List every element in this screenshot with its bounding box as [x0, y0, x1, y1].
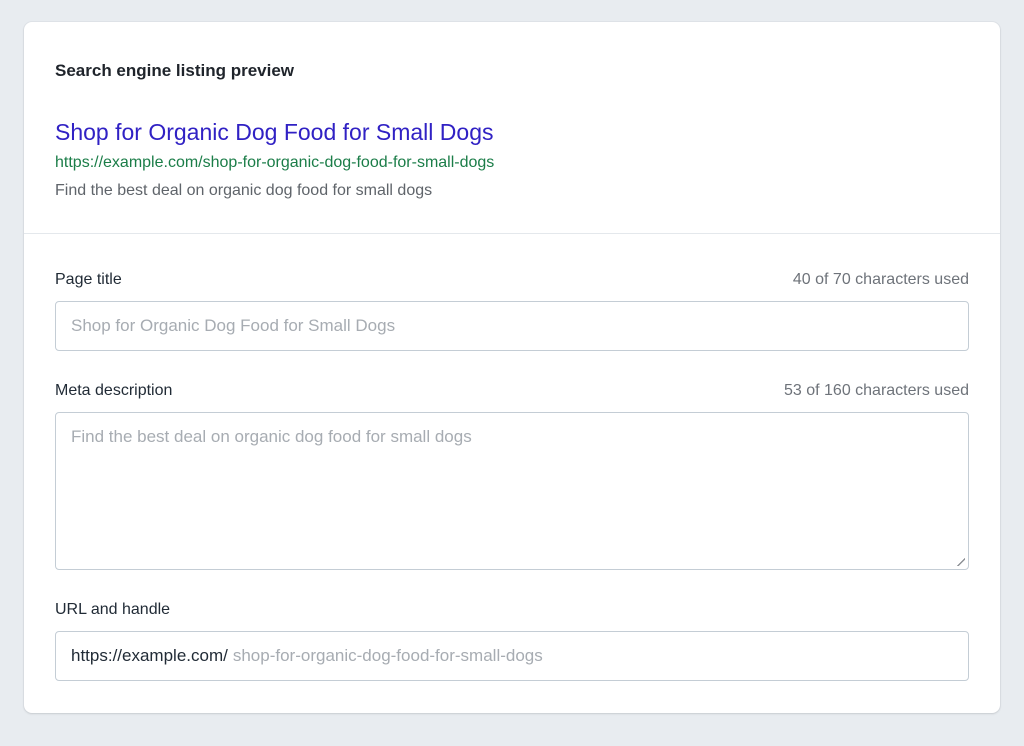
- url-handle-label-row: URL and handle: [55, 600, 969, 620]
- url-prefix: https://example.com/: [71, 646, 228, 666]
- meta-description-label-row: Meta description 53 of 160 characters us…: [55, 381, 969, 401]
- page-title-label: Page title: [55, 270, 122, 290]
- page-title-field-group: Page title 40 of 70 characters used: [55, 270, 969, 351]
- page-title-label-row: Page title 40 of 70 characters used: [55, 270, 969, 290]
- meta-description-textarea-wrap: [55, 412, 969, 570]
- url-handle-field-group: URL and handle https://example.com/: [55, 600, 969, 681]
- page-title-char-counter: 40 of 70 characters used: [793, 270, 969, 290]
- meta-description-label: Meta description: [55, 381, 172, 401]
- url-handle-input-group[interactable]: https://example.com/: [55, 631, 969, 681]
- seo-edit-form: Page title 40 of 70 characters used Meta…: [24, 234, 1000, 713]
- serp-preview-description: Find the best deal on organic dog food f…: [55, 181, 969, 201]
- card-heading: Search engine listing preview: [55, 60, 969, 81]
- meta-description-field-group: Meta description 53 of 160 characters us…: [55, 381, 969, 570]
- serp-preview-section: Search engine listing preview Shop for O…: [24, 22, 1000, 233]
- meta-description-textarea[interactable]: [55, 412, 969, 570]
- page-title-input[interactable]: [55, 301, 969, 351]
- url-handle-input[interactable]: [228, 646, 953, 666]
- url-handle-label: URL and handle: [55, 600, 170, 620]
- meta-description-char-counter: 53 of 160 characters used: [784, 381, 969, 401]
- serp-preview-title: Shop for Organic Dog Food for Small Dogs: [55, 117, 969, 147]
- search-engine-listing-card: Search engine listing preview Shop for O…: [24, 22, 1000, 713]
- serp-preview-url: https://example.com/shop-for-organic-dog…: [55, 153, 969, 173]
